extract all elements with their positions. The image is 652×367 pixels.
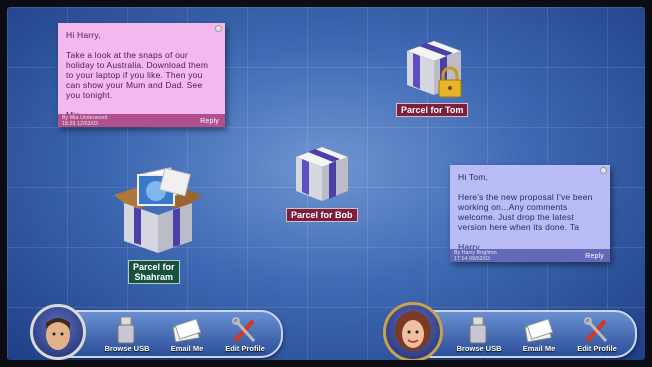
note-text: Hi Tom, Here's the new proposal I've bee… (458, 172, 593, 252)
message-note-tom[interactable]: Hi Tom, Here's the new proposal I've bee… (450, 165, 610, 262)
user-photo-icon (46, 318, 70, 350)
parcel-bob-label[interactable]: Parcel for Bob (286, 208, 358, 222)
note-footer: By Harry Brighton 17:14 09/03/03 Reply (450, 249, 610, 262)
reply-button[interactable]: Reply (585, 253, 604, 260)
note-footer: By Mia Underwood 18:29 12/03/03 Reply (58, 114, 225, 127)
avatar-mia[interactable] (383, 302, 443, 360)
parcel-bob-box-icon[interactable] (290, 141, 354, 207)
note-text: Hi Harry, Take a look at the snaps of ou… (66, 30, 209, 120)
close-note-button[interactable] (215, 25, 222, 32)
envelope-icon (172, 318, 202, 343)
envelope-icon (524, 318, 554, 343)
shared-desktop: Hi Harry, Take a look at the snaps of ou… (7, 7, 645, 360)
parcel-tom-label[interactable]: Parcel for Tom (396, 103, 469, 117)
message-note-harry[interactable]: Hi Harry, Take a look at the snaps of ou… (58, 23, 225, 127)
avatar-harry[interactable] (30, 304, 86, 360)
usb-drive-icon (117, 316, 135, 344)
note-timestamp: 18:29 12/03/03 (62, 121, 99, 127)
edit-profile-icon (584, 317, 608, 343)
usb-drive-icon (469, 316, 487, 344)
parcel-shahram-open-box-icon[interactable] (110, 165, 206, 257)
parcel-shahram-label[interactable]: Parcel for Shahram (128, 260, 180, 284)
reply-button[interactable]: Reply (200, 118, 219, 125)
parcel-tom-box-icon[interactable] (399, 33, 469, 103)
close-note-button[interactable] (600, 167, 607, 174)
user-photo-icon (395, 311, 431, 351)
note-timestamp: 17:14 09/03/03 (454, 256, 491, 262)
edit-profile-icon (232, 317, 256, 343)
